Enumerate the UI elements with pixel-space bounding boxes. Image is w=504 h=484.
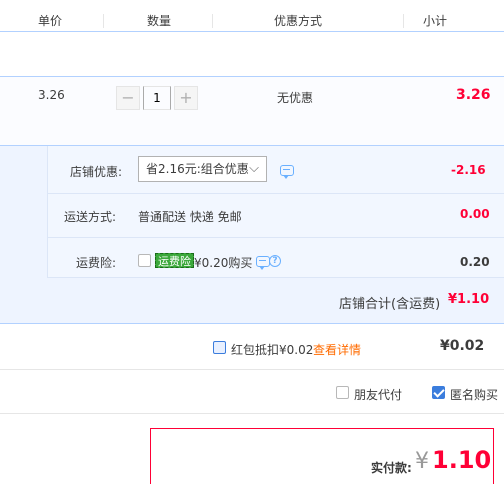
increment-button[interactable]: + <box>174 86 198 110</box>
item-discount: 无优惠 <box>277 91 314 105</box>
header-divider <box>103 14 104 28</box>
insurance-checkbox[interactable] <box>138 254 151 267</box>
insurance-label: 运费险: <box>75 256 116 270</box>
insurance-amount: 0.20 <box>460 255 490 269</box>
decrement-button[interactable]: − <box>116 86 140 110</box>
friend-pay-label: 朋友代付 <box>354 388 403 402</box>
payment-amount: 1.10 <box>432 446 492 474</box>
payment-currency: ¥ <box>415 449 429 474</box>
item-row <box>0 76 504 146</box>
redpacket-checkbox[interactable] <box>213 341 226 354</box>
shipping-label: 运送方式: <box>63 210 116 224</box>
store-total-label: 店铺合计(含运费) <box>339 297 441 312</box>
col-discount: 优惠方式 <box>274 14 323 28</box>
promo-select-value: 省2.16元:组合优惠 <box>146 162 249 176</box>
redpacket-label: 红包抵扣¥0.02 <box>231 343 314 357</box>
redpacket-value: ¥0.02 <box>440 338 485 354</box>
divider <box>48 277 504 278</box>
help-icon[interactable]: ? <box>269 255 281 267</box>
quantity-stepper[interactable]: − 1 + <box>116 86 202 110</box>
col-quantity: 数量 <box>147 14 172 28</box>
insurance-tag: 运费险 <box>155 253 194 268</box>
friend-pay-checkbox[interactable] <box>336 386 349 399</box>
header-divider <box>403 14 404 28</box>
chat-icon[interactable] <box>280 165 294 179</box>
anonymous-label: 匿名购买 <box>450 388 499 402</box>
anonymous-checkbox[interactable] <box>432 386 445 399</box>
options-row <box>0 370 504 414</box>
promo-label: 店铺优惠: <box>69 165 122 179</box>
insurance-price: ¥0.20购买 <box>194 256 253 270</box>
chevron-down-icon: ⌵ <box>249 161 259 176</box>
header-divider <box>212 14 213 28</box>
payment-label: 实付款: <box>371 461 412 475</box>
col-unit-price: 单价 <box>38 14 63 28</box>
divider <box>48 237 504 238</box>
col-subtotal: 小计 <box>423 14 448 28</box>
promo-amount: -2.16 <box>451 163 486 177</box>
unit-price: 3.26 <box>38 88 65 102</box>
item-subtotal: 3.26 <box>456 87 491 103</box>
shipping-amount: 0.00 <box>460 207 490 221</box>
store-total-value: ¥1.10 <box>448 292 490 307</box>
table-header: 单价 数量 优惠方式 小计 <box>0 0 504 32</box>
chat-icon[interactable] <box>256 256 270 270</box>
shipping-method: 普通配送 快递 免邮 <box>138 210 242 224</box>
redpacket-details-link[interactable]: 查看详情 <box>313 341 361 358</box>
divider <box>48 193 504 194</box>
quantity-input[interactable]: 1 <box>143 86 171 110</box>
promo-select[interactable]: 省2.16元:组合优惠 ⌵ <box>138 156 267 182</box>
